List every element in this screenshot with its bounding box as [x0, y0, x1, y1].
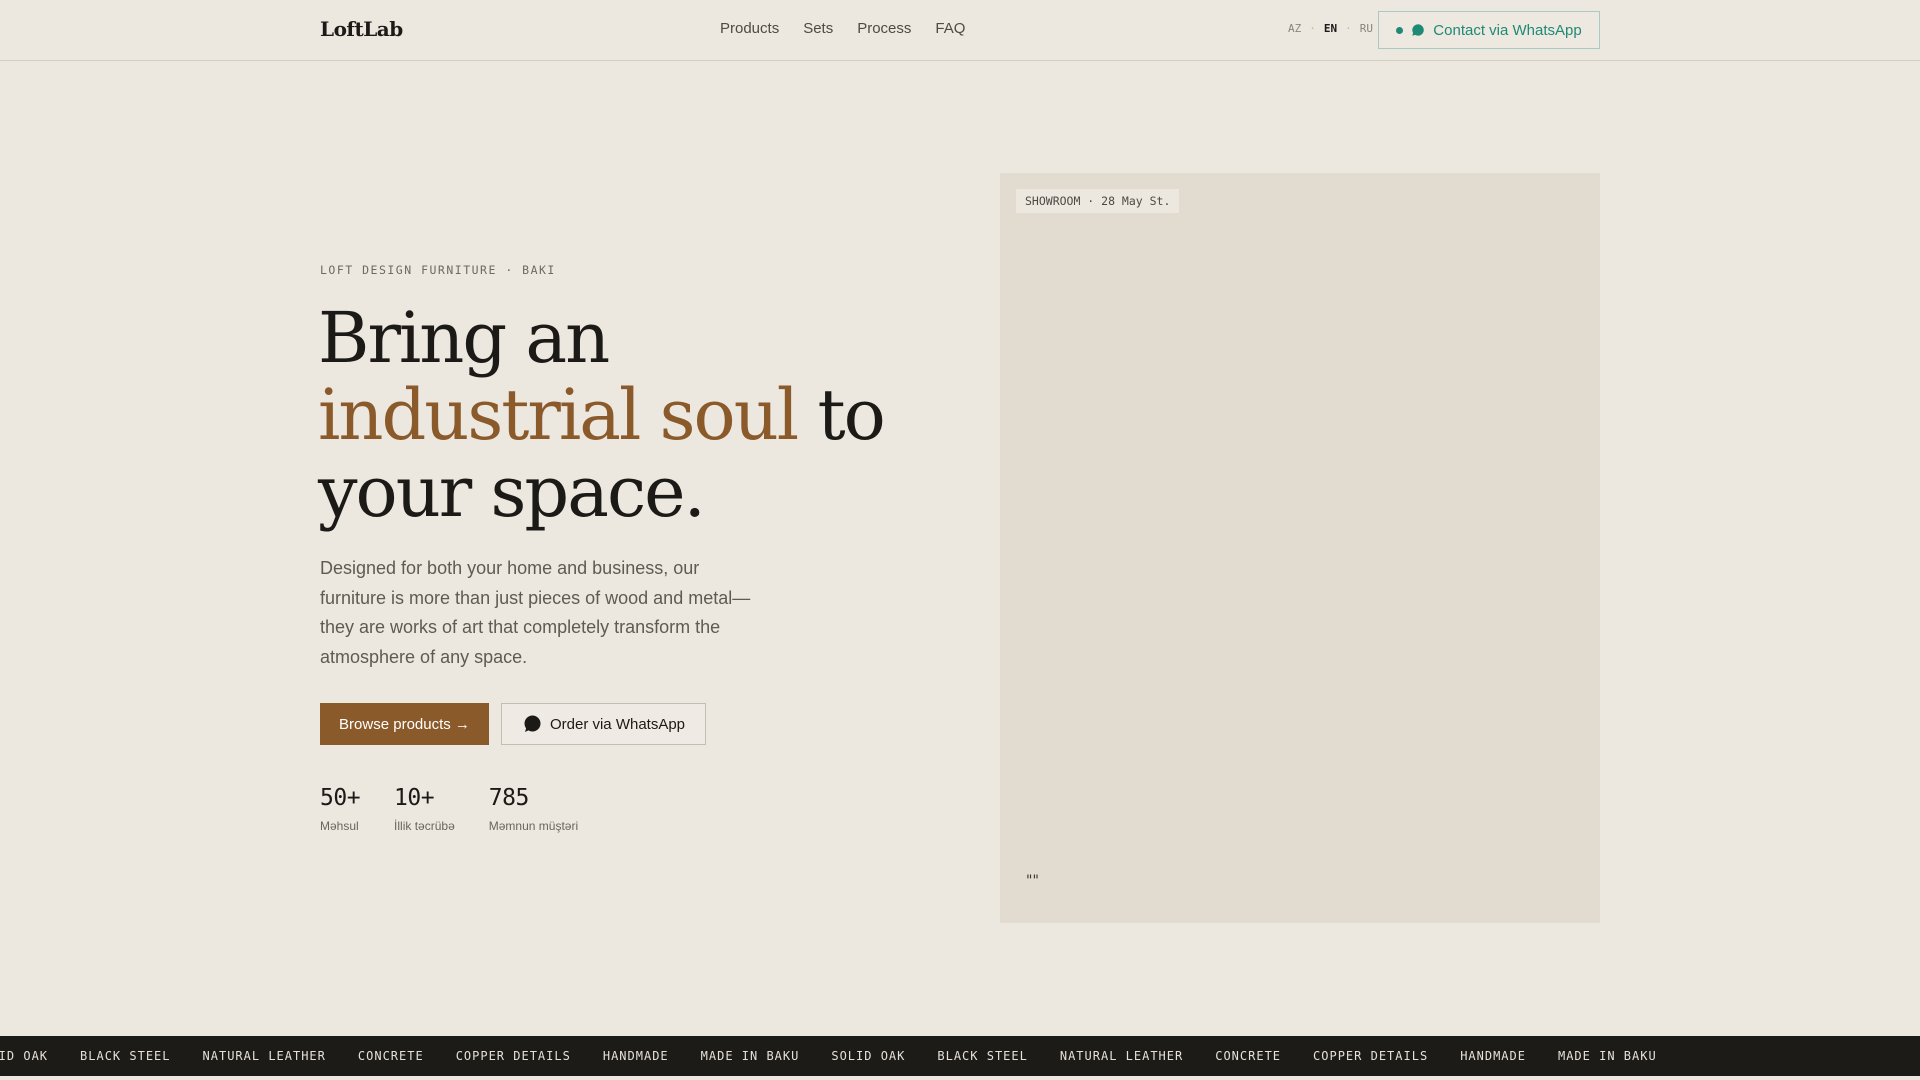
stat-value: 50+ — [320, 785, 361, 811]
browse-products-button[interactable]: Browse products → — [320, 703, 489, 745]
contact-whatsapp-button[interactable]: Contact via WhatsApp — [1378, 11, 1600, 49]
lang-ru[interactable]: RU — [1360, 22, 1373, 35]
ticker-track: SOLID OAK BLACK STEEL NATURAL LEATHER CONCR… — [0, 1036, 1657, 1076]
ticker-item: MADE IN BAKU — [1557, 1049, 1657, 1063]
ticker-item: HANDMADE — [1460, 1049, 1526, 1063]
ticker-item: SOLID OAK — [831, 1049, 906, 1063]
nav-process[interactable]: Process — [857, 20, 911, 37]
chat-bubble-icon — [1412, 24, 1425, 36]
stat-label: Məmnun müştəri — [488, 819, 579, 833]
headline-part2: to — [817, 374, 885, 456]
nav-products[interactable]: Products — [720, 20, 779, 37]
separator-dot: · — [1309, 22, 1316, 35]
ticker-item: NATURAL LEATHER — [202, 1049, 326, 1063]
materials-ticker: SOLID OAK BLACK STEEL NATURAL LEATHER CONCR… — [0, 1036, 1920, 1076]
headline-part1: Bring an — [318, 297, 610, 379]
language-switcher: AZ · EN · RU — [1288, 22, 1373, 35]
stat-label: İllik təcrübə — [394, 819, 455, 833]
hero-eyebrow: LOFT DESIGN FURNITURE · BAKI — [320, 263, 556, 277]
ticker-item: NATURAL LEATHER — [1059, 1049, 1184, 1063]
lang-az[interactable]: AZ — [1288, 22, 1301, 35]
nav-faq[interactable]: FAQ — [935, 20, 965, 37]
main-nav: Products Sets Process FAQ — [720, 20, 965, 37]
stat-value: 785 — [488, 785, 530, 811]
showroom-badge: SHOWROOM · 28 May St. — [1016, 189, 1180, 213]
ticker-item: COPPER DETAILS — [455, 1049, 571, 1063]
stat-value: 10+ — [394, 785, 435, 811]
separator-dot: · — [1345, 22, 1352, 35]
nav-sets[interactable]: Sets — [803, 20, 833, 37]
quote-mark: "" — [1026, 873, 1039, 889]
stat-products: 50+ Məhsul — [320, 785, 361, 833]
ticker-item: BLACK STEEL — [937, 1049, 1028, 1063]
showroom-image-placeholder: SHOWROOM · 28 May St. "" — [1000, 173, 1600, 923]
hero-headline: Bring an industrial soul to your space. — [318, 300, 918, 531]
ticker-item: MADE IN BAKU — [700, 1049, 800, 1063]
ticker-item: SOLID OAK — [0, 1049, 49, 1063]
order-whatsapp-button[interactable]: Order via WhatsApp — [501, 703, 706, 745]
order-whatsapp-label: Order via WhatsApp — [549, 715, 686, 733]
hero-lead: Designed for both your home and business… — [320, 558, 751, 667]
stat-experience: 10+ İllik təcrübə — [394, 785, 455, 833]
ticker-item: BLACK STEEL — [80, 1049, 171, 1063]
logo[interactable]: LoftLab — [320, 17, 403, 41]
stats-row: 50+ Məhsul 10+ İllik təcrübə 785 Məmnun … — [320, 785, 578, 833]
ticker-item: CONCRETE — [1215, 1049, 1282, 1063]
stat-label: Məhsul — [320, 819, 359, 833]
stat-customers: 785 Məmnun müştəri — [489, 785, 578, 833]
headline-accent: industrial soul — [318, 374, 799, 456]
ticker-item: COPPER DETAILS — [1313, 1049, 1429, 1063]
online-status-dot — [1396, 26, 1404, 34]
headline-part3: your space. — [318, 451, 706, 533]
ticker-item: HANDMADE — [602, 1049, 669, 1063]
whatsapp-icon — [524, 715, 541, 732]
ticker-item: CONCRETE — [357, 1049, 424, 1063]
contact-whatsapp-label: Contact via WhatsApp — [1433, 21, 1582, 39]
site-header: LoftLab Products Sets Process FAQ AZ · E… — [0, 0, 1920, 61]
lang-en[interactable]: EN — [1324, 22, 1337, 35]
